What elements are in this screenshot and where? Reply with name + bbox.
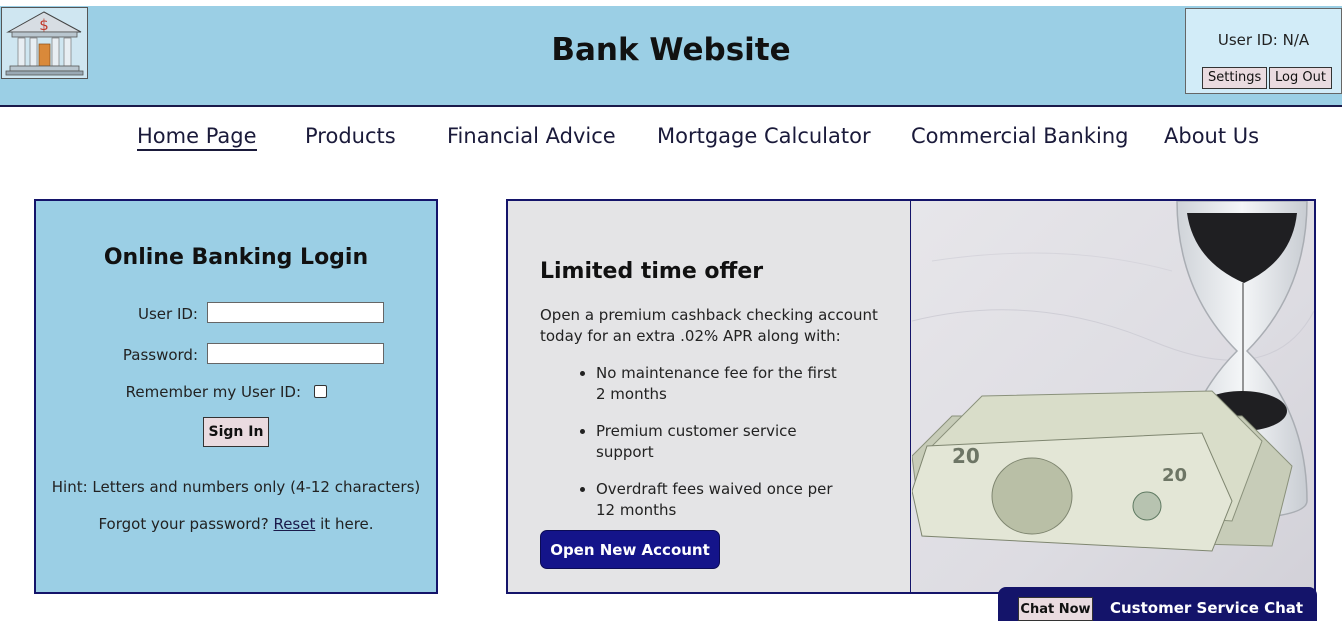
main-nav: Home Page Products Financial Advice Mort…	[0, 124, 1342, 164]
site-title: Bank Website	[551, 32, 791, 68]
password-label: Password:	[122, 346, 198, 364]
customer-service-chat[interactable]: Chat Now Customer Service Chat	[998, 587, 1317, 621]
remember-checkbox[interactable]	[314, 385, 327, 398]
offer-panel: Limited time offer Open a premium cashba…	[506, 199, 1316, 594]
login-hint: Hint: Letters and numbers only (4-12 cha…	[51, 478, 421, 496]
chat-now-button[interactable]: Chat Now	[1018, 597, 1093, 621]
offer-bullet-list: No maintenance fee for the first 2 month…	[560, 363, 850, 537]
nav-mortgage-calculator[interactable]: Mortgage Calculator	[657, 124, 871, 148]
remember-label: Remember my User ID:	[125, 383, 301, 401]
open-new-account-button[interactable]: Open New Account	[540, 530, 720, 569]
nav-about-us[interactable]: About Us	[1164, 124, 1259, 148]
bill-denomination-text: 20	[952, 444, 980, 468]
offer-description: Open a premium cashback checking account…	[540, 306, 878, 345]
offer-text-section: Limited time offer Open a premium cashba…	[508, 201, 911, 592]
login-title: Online Banking Login	[103, 245, 369, 270]
bill-denomination-text: 20	[1162, 465, 1187, 486]
reset-password-link[interactable]: Reset	[273, 515, 315, 533]
hourglass-money-image: 20 20	[912, 201, 1314, 592]
forgot-prefix: Forgot your password?	[98, 515, 269, 533]
offer-bullet: Overdraft fees waived once per 12 months	[560, 479, 850, 521]
forgot-suffix: it here.	[320, 515, 374, 533]
nav-financial-advice[interactable]: Financial Advice	[447, 124, 616, 148]
nav-home-page[interactable]: Home Page	[137, 124, 257, 151]
password-input[interactable]	[207, 343, 384, 364]
settings-button[interactable]: Settings	[1202, 67, 1268, 89]
forgot-password-text: Forgot your password? Reset it here.	[36, 515, 436, 533]
user-id-text: User ID: N/A	[1217, 31, 1310, 49]
chat-label: Customer Service Chat	[1110, 599, 1304, 617]
sign-in-button[interactable]: Sign In	[203, 417, 269, 447]
user-id-input[interactable]	[207, 302, 384, 323]
offer-bullet: Premium customer service support	[560, 421, 850, 463]
nav-commercial-banking[interactable]: Commercial Banking	[911, 124, 1129, 148]
offer-bullet: No maintenance fee for the first 2 month…	[560, 363, 850, 405]
login-panel: Online Banking Login User ID: Password: …	[34, 199, 438, 594]
nav-products[interactable]: Products	[305, 124, 396, 148]
site-header: $ Bank Website User ID: N/A Settings Log…	[0, 6, 1342, 107]
user-id-label: User ID:	[138, 305, 198, 323]
logout-button[interactable]: Log Out	[1269, 67, 1332, 89]
user-panel: User ID: N/A Settings Log Out	[1185, 8, 1342, 94]
offer-title: Limited time offer	[540, 259, 764, 284]
